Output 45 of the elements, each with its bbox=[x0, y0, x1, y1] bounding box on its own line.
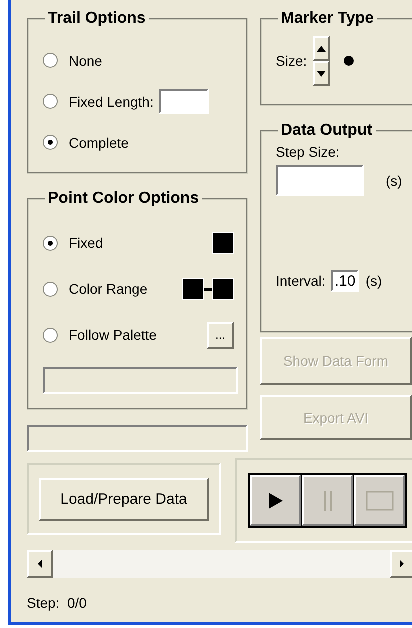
radio-button[interactable] bbox=[43, 135, 58, 150]
group-title: Data Output bbox=[280, 122, 374, 140]
radio-button[interactable] bbox=[43, 236, 58, 250]
group-title: Marker Type bbox=[280, 10, 376, 28]
right-arrow-icon bbox=[398, 559, 406, 569]
left-arrow-icon bbox=[36, 559, 44, 569]
input-field[interactable] bbox=[276, 165, 364, 196]
radio-label[interactable]: Complete bbox=[69, 134, 129, 150]
scroll-left-button[interactable] bbox=[27, 550, 53, 578]
radio-button[interactable] bbox=[43, 53, 58, 68]
range-dash-icon bbox=[204, 288, 212, 290]
radio-label[interactable]: None bbox=[69, 52, 102, 68]
radio-button[interactable] bbox=[43, 328, 58, 342]
down-arrow-icon bbox=[317, 70, 326, 76]
palette-button[interactable]: ... bbox=[207, 322, 234, 348]
radio-button[interactable] bbox=[43, 94, 58, 109]
size-label: Size: bbox=[276, 53, 308, 69]
pause-icon bbox=[322, 490, 334, 512]
step-size-label: Step Size: bbox=[276, 144, 341, 160]
color-swatch[interactable] bbox=[212, 232, 234, 254]
up-arrow-icon bbox=[317, 46, 326, 52]
play-icon bbox=[268, 492, 284, 510]
play-button[interactable] bbox=[250, 475, 301, 526]
radio-label[interactable]: Fixed Length: bbox=[69, 94, 154, 110]
scroll-right-button[interactable] bbox=[390, 550, 412, 578]
group-title: Point Color Options bbox=[47, 190, 200, 208]
unit-label: (s) bbox=[366, 273, 382, 289]
step-status: Step: 0/0 bbox=[27, 595, 88, 611]
load-data-button[interactable]: Load/Prepare Data bbox=[39, 478, 209, 520]
spin-up-button[interactable] bbox=[313, 36, 330, 61]
spin-down-button[interactable] bbox=[313, 61, 330, 86]
unit-label: (s) bbox=[386, 172, 402, 188]
radio-button[interactable] bbox=[43, 282, 58, 296]
interval-label: Interval: bbox=[276, 273, 326, 289]
color-swatch[interactable] bbox=[182, 278, 204, 300]
input-field[interactable] bbox=[158, 89, 209, 114]
radio-label[interactable]: Color Range bbox=[69, 281, 148, 297]
input-field[interactable]: .10 bbox=[330, 270, 359, 292]
group-title: Trail Options bbox=[47, 10, 147, 28]
radio-label[interactable]: Follow Palette bbox=[69, 327, 157, 343]
marker-dot-icon bbox=[344, 56, 354, 66]
horizontal-scrollbar[interactable] bbox=[27, 550, 412, 578]
radio-label[interactable]: Fixed bbox=[69, 235, 104, 251]
color-swatch[interactable] bbox=[212, 278, 234, 300]
stop-icon bbox=[366, 490, 394, 510]
